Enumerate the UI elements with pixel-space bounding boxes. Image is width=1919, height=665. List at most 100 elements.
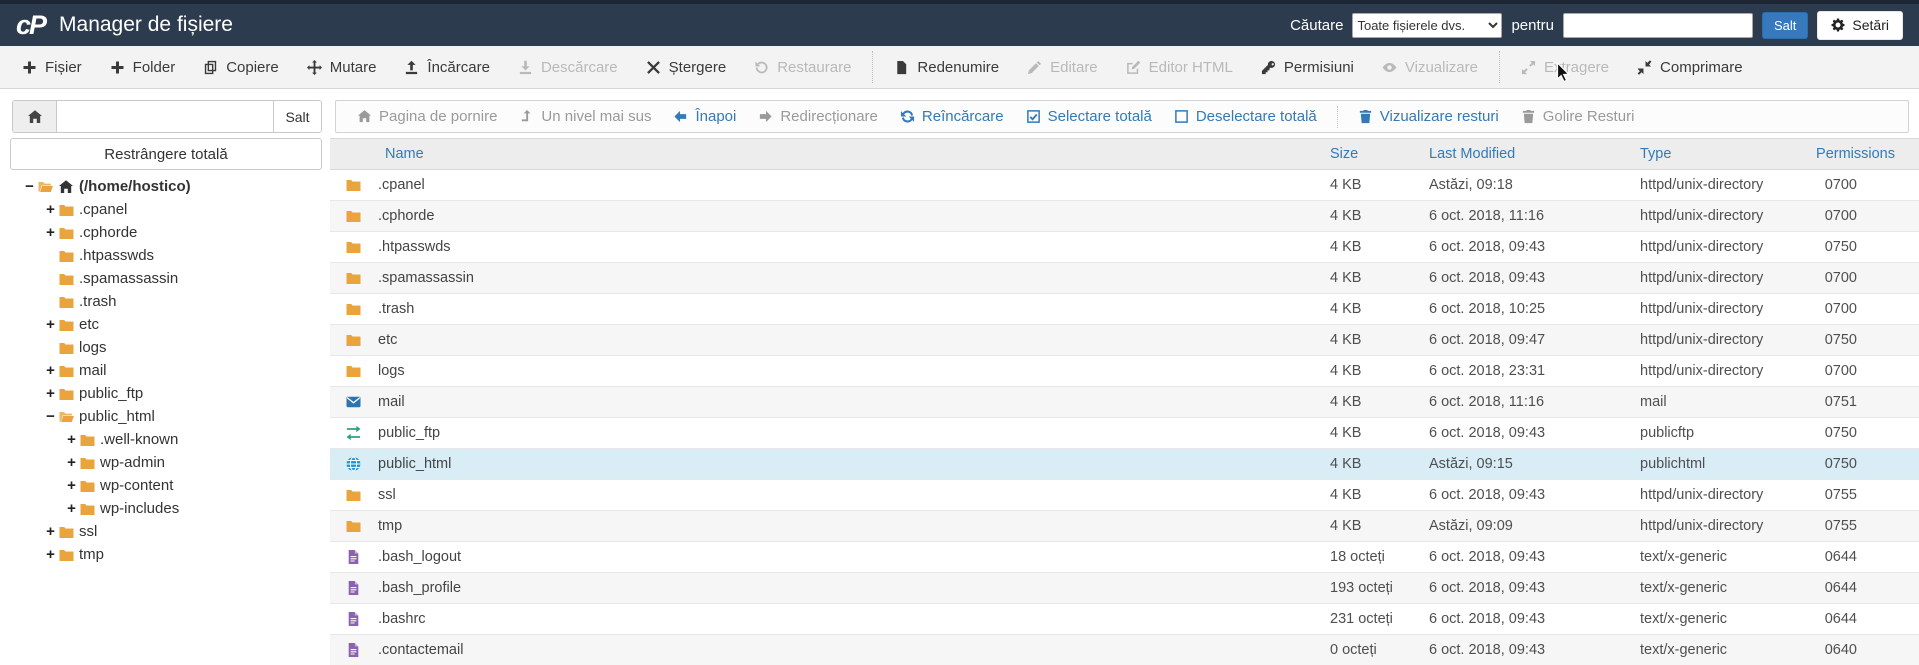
path-input[interactable] bbox=[57, 101, 273, 132]
nav-re-nc-rcare[interactable]: Reîncărcare bbox=[889, 108, 1015, 125]
table-row-bash-logout[interactable]: .bash_logout18 octeți6 oct. 2018, 09:43t… bbox=[330, 542, 1919, 573]
table-row-htpasswds[interactable]: .htpasswds4 KB6 oct. 2018, 09:43httpd/un… bbox=[330, 232, 1919, 263]
toolbar-button-redenumire[interactable]: Redenumire bbox=[880, 46, 1013, 88]
tree-expander[interactable]: + bbox=[64, 431, 79, 448]
tree-expander[interactable]: − bbox=[43, 408, 58, 425]
tree-item-etc[interactable]: +etc bbox=[10, 313, 330, 336]
table-row-public-ftp[interactable]: public_ftp4 KB6 oct. 2018, 09:43publicft… bbox=[330, 418, 1919, 449]
column-header-permissions[interactable]: Permissions bbox=[1808, 139, 1919, 170]
folder-icon bbox=[79, 432, 96, 448]
search-scope-select[interactable]: Toate fișierele dvs. bbox=[1352, 13, 1502, 38]
tree-expander[interactable]: + bbox=[64, 454, 79, 471]
file-name[interactable]: mail bbox=[378, 394, 405, 410]
table-row-etc[interactable]: etc4 KB6 oct. 2018, 09:47httpd/unix-dire… bbox=[330, 325, 1919, 356]
table-row-ssl[interactable]: ssl4 KB6 oct. 2018, 09:43httpd/unix-dire… bbox=[330, 480, 1919, 511]
tree-item-well-known[interactable]: +.well-known bbox=[10, 428, 330, 451]
tree-item-htpasswds[interactable]: .htpasswds bbox=[10, 244, 330, 267]
file-name[interactable]: public_ftp bbox=[378, 425, 440, 441]
tree-item-tmp[interactable]: +tmp bbox=[10, 543, 330, 566]
toolbar-button-copiere[interactable]: Copiere bbox=[189, 46, 293, 88]
tree-expander[interactable]: + bbox=[43, 362, 58, 379]
file-modified: 6 oct. 2018, 09:43 bbox=[1415, 542, 1625, 573]
toolbar-button-fi-ier[interactable]: Fișier bbox=[8, 46, 96, 88]
path-go-button[interactable]: Salt bbox=[273, 101, 321, 132]
nav-vizualizare-resturi[interactable]: Vizualizare resturi bbox=[1347, 108, 1510, 125]
page-title: Manager de fișiere bbox=[59, 13, 233, 37]
tree-item-ssl[interactable]: +ssl bbox=[10, 520, 330, 543]
tree-item-cphorde[interactable]: +.cphorde bbox=[10, 221, 330, 244]
tree-expander[interactable]: + bbox=[64, 477, 79, 494]
table-row-cphorde[interactable]: .cphorde4 KB6 oct. 2018, 11:16httpd/unix… bbox=[330, 201, 1919, 232]
nav-selectare-total[interactable]: Selectare totală bbox=[1015, 108, 1163, 125]
toolbar-button-comprimare[interactable]: Comprimare bbox=[1623, 46, 1757, 88]
column-header-type[interactable]: Type bbox=[1625, 139, 1808, 170]
tree-expander[interactable]: + bbox=[43, 316, 58, 333]
toolbar-button-nc-rcare[interactable]: Încărcare bbox=[390, 46, 504, 88]
folder-icon bbox=[58, 294, 75, 310]
tree-item-public-ftp[interactable]: +public_ftp bbox=[10, 382, 330, 405]
table-row-bash-profile[interactable]: .bash_profile193 octeți6 oct. 2018, 09:4… bbox=[330, 573, 1919, 604]
tree-item-wp-admin[interactable]: +wp-admin bbox=[10, 451, 330, 474]
search-go-button[interactable]: Salt bbox=[1762, 12, 1808, 39]
column-header-name[interactable]: Name bbox=[330, 139, 1310, 170]
table-row-trash[interactable]: .trash4 KB6 oct. 2018, 10:25httpd/unix-d… bbox=[330, 294, 1919, 325]
file-name[interactable]: .bash_logout bbox=[378, 549, 461, 565]
tree-expander[interactable]: + bbox=[64, 500, 79, 517]
column-header-size[interactable]: Size bbox=[1310, 139, 1415, 170]
home-button[interactable] bbox=[13, 101, 57, 132]
tree-expander[interactable]: + bbox=[43, 201, 58, 218]
tree-item-cpanel[interactable]: +.cpanel bbox=[10, 198, 330, 221]
table-row-contactemail[interactable]: .contactemail0 octeți6 oct. 2018, 09:43t… bbox=[330, 635, 1919, 665]
toolbar-button-mutare[interactable]: Mutare bbox=[293, 46, 391, 88]
nav-deselectare-total[interactable]: Deselectare totală bbox=[1163, 108, 1328, 125]
file-name[interactable]: .cpanel bbox=[378, 177, 425, 193]
collapse-all-button[interactable]: Restrângere totală bbox=[10, 138, 322, 170]
search-input[interactable] bbox=[1563, 13, 1753, 38]
tree-expander[interactable]: − bbox=[22, 178, 37, 195]
file-icon bbox=[894, 60, 909, 75]
tree-item-spamassassin[interactable]: .spamassassin bbox=[10, 267, 330, 290]
table-row-bashrc[interactable]: .bashrc231 octeți6 oct. 2018, 09:43text/… bbox=[330, 604, 1919, 635]
tree-item-mail[interactable]: +mail bbox=[10, 359, 330, 382]
toolbar-button-tergere[interactable]: Ștergere bbox=[632, 46, 741, 88]
location-row: Salt Pagina de pornireUn nivel mai susÎn… bbox=[12, 100, 1909, 133]
file-name[interactable]: logs bbox=[378, 363, 405, 379]
nav-item-label: Selectare totală bbox=[1048, 108, 1152, 125]
toolbar-button-permisiuni[interactable]: Permisiuni bbox=[1247, 46, 1368, 88]
file-name[interactable]: .trash bbox=[378, 301, 414, 317]
tree-item-home-hostico[interactable]: −(/home/hostico) bbox=[10, 175, 330, 198]
file-modified: 6 oct. 2018, 09:43 bbox=[1415, 573, 1625, 604]
tree-item-logs[interactable]: logs bbox=[10, 336, 330, 359]
toolbar-button-label: Redenumire bbox=[917, 59, 999, 76]
column-header-last-modified[interactable]: Last Modified bbox=[1415, 139, 1625, 170]
file-name[interactable]: public_html bbox=[378, 456, 451, 472]
tree-item-public-html[interactable]: −public_html bbox=[10, 405, 330, 428]
file-name[interactable]: ssl bbox=[378, 487, 396, 503]
tree-expander[interactable]: + bbox=[43, 224, 58, 241]
nav-item-label: Redirecționare bbox=[780, 108, 878, 125]
tree-expander[interactable]: + bbox=[43, 546, 58, 563]
settings-button[interactable]: Setări bbox=[1817, 11, 1903, 40]
nav-napoi[interactable]: Înapoi bbox=[662, 108, 747, 125]
back-icon bbox=[673, 109, 688, 124]
table-row-spamassassin[interactable]: .spamassassin4 KB6 oct. 2018, 09:43httpd… bbox=[330, 263, 1919, 294]
tree-item-trash[interactable]: .trash bbox=[10, 290, 330, 313]
file-name[interactable]: .spamassassin bbox=[378, 270, 474, 286]
file-name[interactable]: .contactemail bbox=[378, 642, 463, 658]
table-row-tmp[interactable]: tmp4 KBAstăzi, 09:09httpd/unix-directory… bbox=[330, 511, 1919, 542]
tree-item-wp-content[interactable]: +wp-content bbox=[10, 474, 330, 497]
file-name[interactable]: .cphorde bbox=[378, 208, 434, 224]
file-name[interactable]: tmp bbox=[378, 518, 402, 534]
tree-expander[interactable]: + bbox=[43, 523, 58, 540]
table-row-logs[interactable]: logs4 KB6 oct. 2018, 23:31httpd/unix-dir… bbox=[330, 356, 1919, 387]
file-name[interactable]: .bashrc bbox=[378, 611, 426, 627]
file-name[interactable]: .htpasswds bbox=[378, 239, 451, 255]
toolbar-button-folder[interactable]: Folder bbox=[96, 46, 190, 88]
table-row-public-html[interactable]: public_html4 KBAstăzi, 09:15publichtml07… bbox=[330, 449, 1919, 480]
table-row-cpanel[interactable]: .cpanel4 KBAstăzi, 09:18httpd/unix-direc… bbox=[330, 170, 1919, 201]
tree-item-wp-includes[interactable]: +wp-includes bbox=[10, 497, 330, 520]
tree-expander[interactable]: + bbox=[43, 385, 58, 402]
file-name[interactable]: .bash_profile bbox=[378, 580, 461, 596]
file-name[interactable]: etc bbox=[378, 332, 397, 348]
table-row-mail[interactable]: mail4 KB6 oct. 2018, 11:16mail0751 bbox=[330, 387, 1919, 418]
